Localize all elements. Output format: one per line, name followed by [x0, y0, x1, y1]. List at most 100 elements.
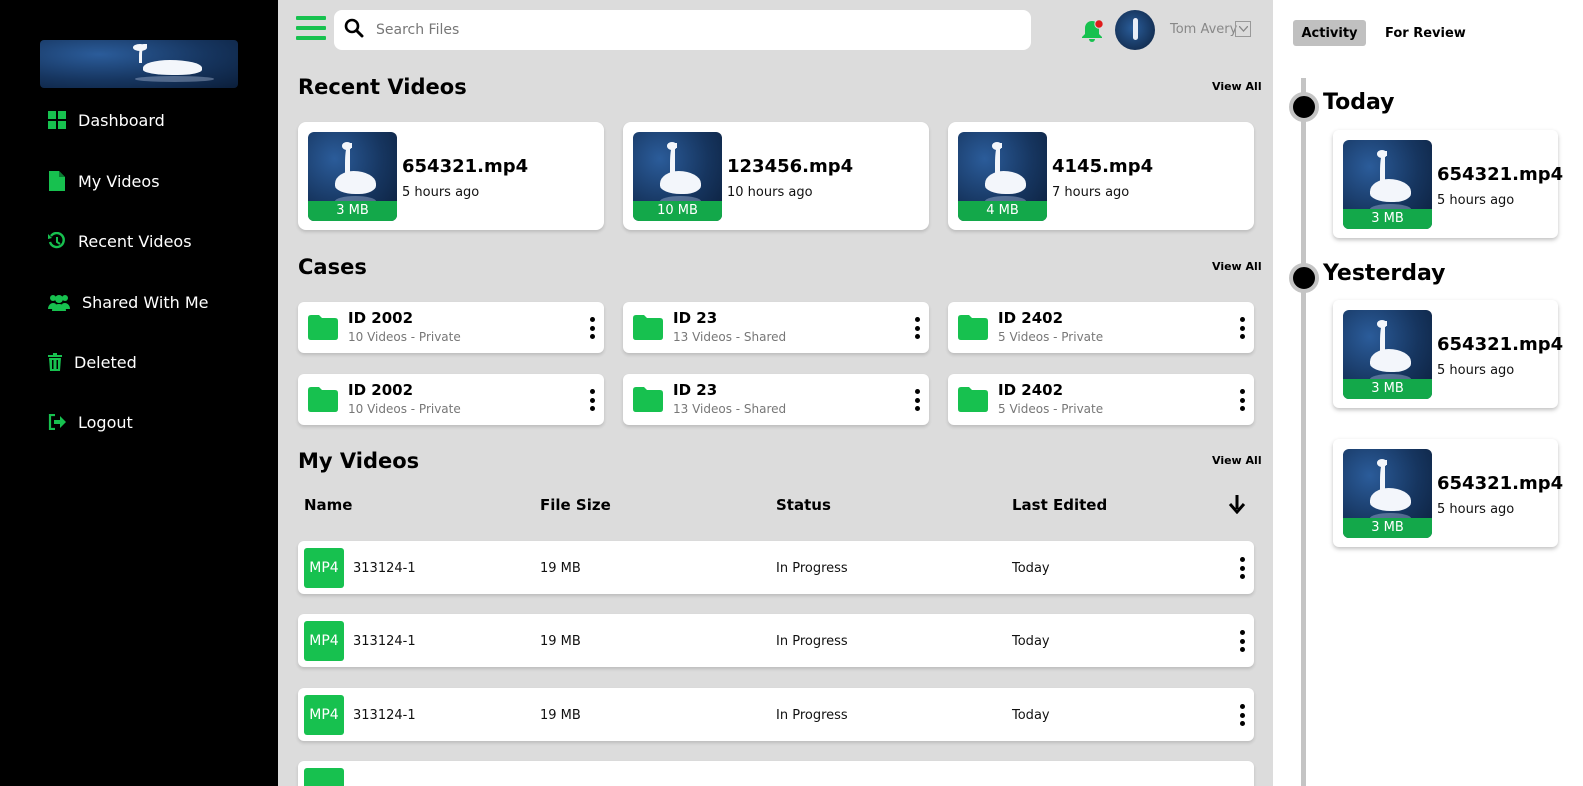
cell-size: 19 MB: [540, 561, 581, 576]
video-thumbnail: 4 MB: [958, 132, 1047, 221]
more-options-icon[interactable]: [1238, 704, 1246, 726]
sidebar-item-logout[interactable]: Logout: [48, 410, 133, 434]
folder-icon: [308, 315, 338, 340]
activity-panel: Activity For Review Today 3 MB 654321.mp…: [1273, 0, 1583, 786]
sort-arrow-down-icon[interactable]: [1228, 494, 1246, 514]
search-input[interactable]: [376, 22, 976, 38]
more-options-icon[interactable]: [913, 389, 921, 411]
case-details: 5 Videos - Private: [998, 402, 1104, 416]
sidebar-item-deleted[interactable]: Deleted: [48, 350, 137, 374]
more-options-icon[interactable]: [1238, 389, 1246, 411]
sidebar-item-label: Shared With Me: [82, 292, 209, 312]
case-card[interactable]: ID 2402 5 Videos - Private: [948, 302, 1254, 353]
case-details: 10 Videos - Private: [348, 330, 461, 344]
case-details: 13 Videos - Shared: [673, 402, 787, 416]
table-row[interactable]: MP4 313124-1 19 MB In Progress Today: [298, 614, 1254, 667]
video-thumbnail: 3 MB: [1343, 310, 1432, 399]
activity-video-card[interactable]: 3 MB 654321.mp4 5 hours ago: [1333, 130, 1563, 238]
more-options-icon[interactable]: [1238, 557, 1246, 579]
video-card[interactable]: 10 MB 123456.mp4 10 hours ago: [623, 122, 929, 230]
column-header-status[interactable]: Status: [776, 496, 831, 514]
video-thumbnail: 10 MB: [633, 132, 722, 221]
logout-icon: [48, 413, 66, 431]
sidebar-item-recent-videos[interactable]: Recent Videos: [48, 229, 192, 253]
tab-activity[interactable]: Activity: [1293, 20, 1366, 46]
recent-videos-title: Recent Videos: [298, 75, 467, 99]
video-card[interactable]: 4 MB 4145.mp4 7 hours ago: [948, 122, 1254, 230]
timeline-day-label: Today: [1323, 90, 1395, 115]
case-card[interactable]: ID 2002 10 Videos - Private: [298, 374, 604, 425]
column-header-file-size[interactable]: File Size: [540, 496, 611, 514]
more-options-icon[interactable]: [588, 317, 596, 339]
case-id: ID 2402: [998, 381, 1064, 399]
file-size-badge: 3 MB: [308, 201, 397, 221]
table-row[interactable]: MP4 313124-1 19 MB In Progress Today: [298, 541, 1254, 594]
timeline-dot: [1289, 92, 1319, 122]
video-card[interactable]: 3 MB 654321.mp4 5 hours ago: [298, 122, 604, 230]
my-videos-title: My Videos: [298, 449, 420, 473]
notification-button[interactable]: [1080, 18, 1106, 44]
video-time: 5 hours ago: [1437, 502, 1515, 517]
more-options-icon[interactable]: [913, 317, 921, 339]
more-options-icon[interactable]: [1238, 317, 1246, 339]
video-time: 5 hours ago: [1437, 363, 1515, 378]
sidebar-item-shared-with-me[interactable]: Shared With Me: [48, 290, 208, 314]
timeline-dot: [1289, 263, 1319, 293]
sidebar-item-label: Logout: [78, 412, 133, 432]
grid-icon: [48, 111, 66, 129]
video-thumbnail: 3 MB: [1343, 140, 1432, 229]
sidebar-item-label: My Videos: [78, 171, 160, 191]
sidebar-item-label: Recent Videos: [78, 231, 192, 251]
file-size-badge: 4 MB: [958, 201, 1047, 221]
activity-video-card[interactable]: 3 MB 654321.mp4 5 hours ago: [1333, 439, 1563, 547]
activity-video-card[interactable]: 3 MB 654321.mp4 5 hours ago: [1333, 300, 1563, 408]
cases-title: Cases: [298, 255, 367, 279]
folder-icon: [633, 315, 663, 340]
more-options-icon[interactable]: [1238, 630, 1246, 652]
logo: [40, 40, 238, 88]
file-size-badge: 10 MB: [633, 201, 722, 221]
tab-for-review[interactable]: For Review: [1385, 26, 1466, 41]
cell-name: 313124-1: [353, 708, 416, 723]
case-card[interactable]: ID 2402 5 Videos - Private: [948, 374, 1254, 425]
table-row[interactable]: [298, 761, 1254, 786]
search-icon[interactable]: [344, 18, 364, 42]
cases-view-all-link[interactable]: View All: [1212, 260, 1262, 273]
my-videos-view-all-link[interactable]: View All: [1212, 454, 1262, 467]
bell-icon: [1082, 19, 1104, 42]
sidebar-item-my-videos[interactable]: My Videos: [48, 169, 160, 193]
sidebar-item-dashboard[interactable]: Dashboard: [48, 108, 165, 132]
video-time: 5 hours ago: [402, 185, 480, 200]
cell-last-edited: Today: [1012, 561, 1050, 576]
file-type-badge: [304, 768, 344, 786]
user-menu-dropdown[interactable]: [1235, 21, 1251, 37]
file-size-badge: 3 MB: [1343, 209, 1432, 229]
case-id: ID 23: [673, 381, 718, 399]
user-name[interactable]: Tom Avery: [1170, 22, 1237, 37]
recent-videos-view-all-link[interactable]: View All: [1212, 80, 1262, 93]
folder-icon: [308, 387, 338, 412]
column-header-name[interactable]: Name: [304, 496, 352, 514]
folder-icon: [958, 315, 988, 340]
case-card[interactable]: ID 2002 10 Videos - Private: [298, 302, 604, 353]
sidebar: Dashboard My Videos Recent Videos Shared…: [0, 0, 278, 786]
video-name: 654321.mp4: [402, 156, 529, 177]
video-name: 654321.mp4: [1437, 334, 1564, 355]
menu-toggle-button[interactable]: [296, 16, 326, 42]
case-details: 5 Videos - Private: [998, 330, 1104, 344]
cell-last-edited: Today: [1012, 634, 1050, 649]
file-icon: [48, 171, 66, 191]
case-card[interactable]: ID 23 13 Videos - Shared: [623, 302, 929, 353]
case-id: ID 2002: [348, 309, 414, 327]
video-name: 654321.mp4: [1437, 164, 1564, 185]
more-options-icon[interactable]: [588, 389, 596, 411]
table-row[interactable]: MP4 313124-1 19 MB In Progress Today: [298, 688, 1254, 741]
timeline-line: [1301, 78, 1306, 786]
column-header-last-edited[interactable]: Last Edited: [1012, 496, 1107, 514]
case-details: 13 Videos - Shared: [673, 330, 787, 344]
avatar[interactable]: [1115, 10, 1155, 50]
case-card[interactable]: ID 23 13 Videos - Shared: [623, 374, 929, 425]
file-size-badge: 3 MB: [1343, 518, 1432, 538]
cell-size: 19 MB: [540, 708, 581, 723]
sidebar-item-label: Deleted: [74, 352, 137, 372]
